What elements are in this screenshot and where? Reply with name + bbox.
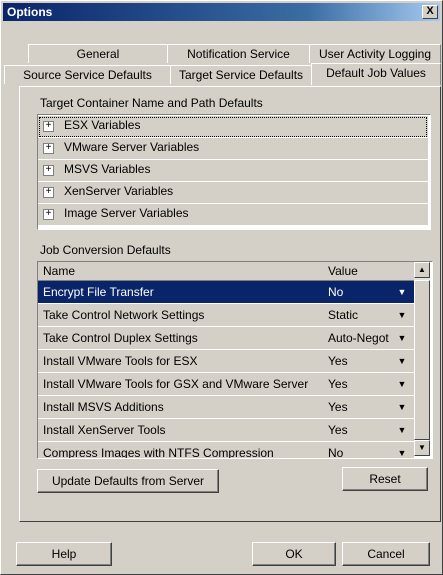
row-name: Install VMware Tools for ESX xyxy=(43,354,198,368)
variables-tree[interactable]: + ESX Variables + VMware Server Variable… xyxy=(37,114,431,230)
target-container-label: Target Container Name and Path Defaults xyxy=(40,96,263,110)
job-conversion-grid: Name Value Encrypt File Transfer No ▼ Ta… xyxy=(37,261,433,459)
cancel-button[interactable]: Cancel xyxy=(342,542,430,566)
column-header-name[interactable]: Name xyxy=(43,264,75,278)
scroll-up-icon[interactable]: ▲ xyxy=(414,262,430,278)
row-name: Take Control Duplex Settings xyxy=(43,331,198,345)
table-row[interactable]: Take Control Duplex Settings Auto-Negot … xyxy=(38,327,414,350)
reset-button[interactable]: Reset xyxy=(342,467,428,491)
row-value[interactable]: Static xyxy=(328,308,392,322)
table-row[interactable]: Install XenServer Tools Yes ▼ xyxy=(38,419,414,442)
expand-icon[interactable]: + xyxy=(43,143,54,154)
dropdown-arrow-icon[interactable]: ▼ xyxy=(395,423,409,437)
tree-item-esx-variables[interactable]: + ESX Variables xyxy=(38,116,428,138)
tree-item-label: VMware Server Variables xyxy=(64,140,200,154)
tree-item-msvs-variables[interactable]: + MSVS Variables xyxy=(38,160,428,182)
tree-item-label: Image Server Variables xyxy=(64,206,189,220)
grid-header: Name Value xyxy=(38,262,414,281)
tree-item-label: MSVS Variables xyxy=(64,162,151,176)
tree-item-label: ESX Variables xyxy=(64,118,141,132)
dropdown-arrow-icon[interactable]: ▼ xyxy=(395,285,409,299)
window-title: Options xyxy=(7,5,53,19)
table-row[interactable]: Install MSVS Additions Yes ▼ xyxy=(38,396,414,419)
tab-user-activity-logging[interactable]: User Activity Logging xyxy=(309,44,441,63)
tab-default-job-values[interactable]: Default Job Values xyxy=(311,63,441,85)
row-value[interactable]: No xyxy=(328,446,392,458)
row-value[interactable]: Yes xyxy=(328,423,392,437)
tab-source-service-defaults[interactable]: Source Service Defaults xyxy=(4,65,171,84)
expand-icon[interactable]: + xyxy=(43,121,54,132)
title-bar[interactable]: Options X xyxy=(3,3,440,21)
scroll-down-icon[interactable]: ▼ xyxy=(414,440,430,456)
row-value[interactable]: Yes xyxy=(328,400,392,414)
row-name: Take Control Network Settings xyxy=(43,308,205,322)
table-row[interactable]: Take Control Network Settings Static ▼ xyxy=(38,304,414,327)
dropdown-arrow-icon[interactable]: ▼ xyxy=(395,308,409,322)
help-button[interactable]: Help xyxy=(16,542,112,566)
dropdown-arrow-icon[interactable]: ▼ xyxy=(395,446,409,458)
row-value[interactable]: Yes xyxy=(328,377,392,391)
row-name: Install VMware Tools for GSX and VMware … xyxy=(43,377,309,391)
row-name: Encrypt File Transfer xyxy=(43,285,154,299)
table-row[interactable]: Install VMware Tools for ESX Yes ▼ xyxy=(38,350,414,373)
tab-general[interactable]: General xyxy=(28,44,168,63)
dropdown-arrow-icon[interactable]: ▼ xyxy=(395,377,409,391)
tree-item-label: XenServer Variables xyxy=(64,184,174,198)
scroll-thumb[interactable] xyxy=(414,280,430,440)
dropdown-arrow-icon[interactable]: ▼ xyxy=(395,331,409,345)
expand-icon[interactable]: + xyxy=(43,209,54,220)
row-name: Compress Images with NTFS Compression xyxy=(43,446,274,459)
row-value[interactable]: No xyxy=(328,285,392,299)
expand-icon[interactable]: + xyxy=(43,187,54,198)
row-value[interactable]: Yes xyxy=(328,354,392,368)
row-name: Install XenServer Tools xyxy=(43,423,166,437)
tree-item-vmware-server-variables[interactable]: + VMware Server Variables xyxy=(38,138,428,160)
table-row[interactable]: Compress Images with NTFS Compression No… xyxy=(38,442,414,459)
table-row[interactable]: Install VMware Tools for GSX and VMware … xyxy=(38,373,414,396)
dropdown-arrow-icon[interactable]: ▼ xyxy=(395,354,409,368)
column-header-value[interactable]: Value xyxy=(328,264,358,278)
tab-notification-service[interactable]: Notification Service xyxy=(167,44,310,63)
tab-target-service-defaults[interactable]: Target Service Defaults xyxy=(170,65,312,84)
table-row[interactable]: Encrypt File Transfer No ▼ xyxy=(38,281,414,304)
job-conversion-label: Job Conversion Defaults xyxy=(40,243,171,257)
ok-button[interactable]: OK xyxy=(252,542,336,566)
row-name: Install MSVS Additions xyxy=(43,400,164,414)
vertical-scrollbar[interactable]: ▲ ▼ xyxy=(414,262,430,456)
update-defaults-button[interactable]: Update Defaults from Server xyxy=(37,469,219,493)
row-value[interactable]: Auto-Negot xyxy=(328,331,392,345)
tree-item-image-server-variables[interactable]: + Image Server Variables xyxy=(38,204,428,226)
tree-item-xenserver-variables[interactable]: + XenServer Variables xyxy=(38,182,428,204)
dropdown-arrow-icon[interactable]: ▼ xyxy=(395,400,409,414)
close-button[interactable]: X xyxy=(422,5,438,19)
expand-icon[interactable]: + xyxy=(43,165,54,176)
